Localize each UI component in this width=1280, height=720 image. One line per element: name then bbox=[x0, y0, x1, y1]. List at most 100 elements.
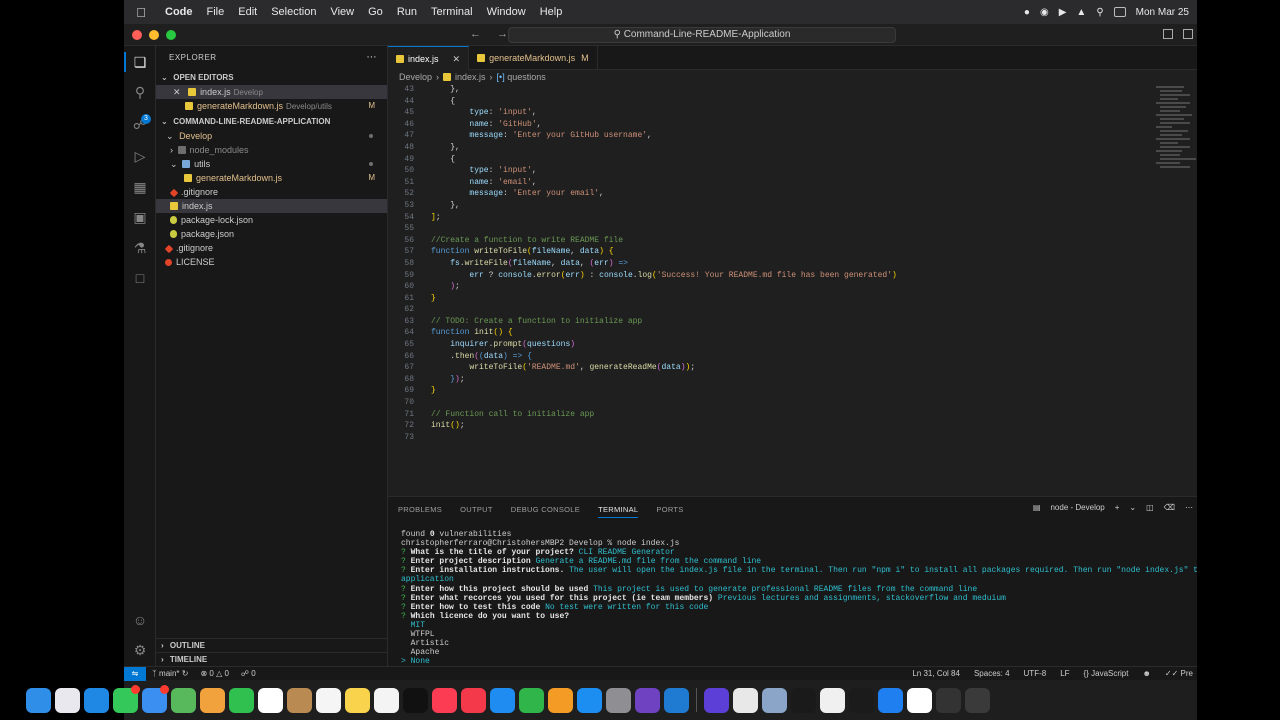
code-line[interactable]: 60 ); bbox=[388, 281, 1152, 293]
play-icon[interactable]: ▶ bbox=[1059, 7, 1067, 18]
manage-gear-icon[interactable]: ⚙ bbox=[132, 642, 148, 658]
dock-finder-icon[interactable] bbox=[26, 687, 51, 713]
chat-icon[interactable]: □ bbox=[132, 270, 148, 286]
close-window-button[interactable] bbox=[132, 30, 142, 40]
code-line[interactable]: 63 // TODO: Create a function to initiali… bbox=[388, 316, 1152, 328]
code-line[interactable]: 48 }, bbox=[388, 142, 1152, 154]
outline-section[interactable]: › OUTLINE bbox=[156, 638, 388, 652]
zoom-window-button[interactable] bbox=[166, 30, 176, 40]
split-terminal-icon[interactable]: ◫ bbox=[1146, 503, 1154, 512]
dock-github-desktop-icon[interactable] bbox=[635, 687, 660, 713]
dock-keynote-icon[interactable] bbox=[490, 687, 515, 713]
tree-file-index[interactable]: index.js bbox=[156, 199, 387, 213]
problems-indicator[interactable]: ⊗ 0 △ 0 bbox=[200, 667, 228, 680]
project-section[interactable]: ⌄ COMMAND-LINE-README-APPLICATION bbox=[156, 114, 387, 129]
apple-menu-icon[interactable]:  bbox=[124, 5, 158, 20]
menu-edit[interactable]: Edit bbox=[231, 6, 264, 18]
run-debug-icon[interactable]: ▷ bbox=[132, 148, 148, 164]
tree-file-gitignore-root[interactable]: .gitignore bbox=[156, 241, 387, 255]
encoding[interactable]: UTF-8 bbox=[1024, 667, 1047, 680]
dock-pages-icon[interactable] bbox=[548, 687, 573, 713]
tab-ports[interactable]: PORTS bbox=[656, 505, 683, 514]
tree-file-package-lock[interactable]: package-lock.json bbox=[156, 213, 387, 227]
timeline-section[interactable]: › TIMELINE bbox=[156, 652, 388, 666]
dock-mongodb-icon[interactable] bbox=[791, 687, 816, 713]
code-line[interactable]: 66 .then((data) => { bbox=[388, 351, 1152, 363]
dock-system-settings-icon[interactable] bbox=[606, 687, 631, 713]
menu-view[interactable]: View bbox=[323, 6, 361, 18]
dock-music-icon[interactable] bbox=[432, 687, 457, 713]
dock-facetime-icon[interactable] bbox=[229, 687, 254, 713]
toggle-sidebar-icon[interactable] bbox=[1163, 29, 1173, 39]
tree-file-license[interactable]: LICENSE bbox=[156, 255, 387, 269]
code-editor[interactable]: 43 }, 44 {45 type: 'input', 46 name: 'GitH… bbox=[388, 84, 1152, 496]
code-line[interactable]: 70 bbox=[388, 397, 1152, 409]
breadcrumb-item[interactable]: questions bbox=[507, 72, 546, 82]
tree-folder-utils[interactable]: ⌄ utils bbox=[156, 157, 387, 171]
more-actions-icon[interactable]: ⋯ bbox=[367, 46, 378, 70]
code-line[interactable]: 54]; bbox=[388, 212, 1152, 224]
code-line[interactable]: 50 type: 'input', bbox=[388, 165, 1152, 177]
terminal-instance-name[interactable]: node - Develop bbox=[1050, 503, 1104, 512]
dock-app-store-icon[interactable] bbox=[577, 687, 602, 713]
language-mode[interactable]: {} JavaScript bbox=[1084, 667, 1129, 680]
dock-launchpad-icon[interactable] bbox=[55, 687, 80, 713]
code-line[interactable]: 71 // Function call to initialize app bbox=[388, 409, 1152, 421]
menu-help[interactable]: Help bbox=[533, 6, 570, 18]
menubar-clock[interactable]: Mon Mar 25 bbox=[1136, 7, 1189, 18]
dock-reminders-icon[interactable] bbox=[316, 687, 341, 713]
code-line[interactable]: 57 function writeToFile(fileName, data) { bbox=[388, 246, 1152, 258]
tree-file-package[interactable]: package.json bbox=[156, 227, 387, 241]
more-actions-icon[interactable]: ⋯ bbox=[1185, 503, 1193, 512]
close-editor-icon[interactable]: ✕ bbox=[173, 87, 181, 97]
control-center-icon[interactable] bbox=[1113, 7, 1126, 17]
tab-terminal[interactable]: TERMINAL bbox=[598, 505, 639, 518]
tab-index-js[interactable]: index.js ✕ bbox=[388, 46, 470, 70]
tab-generate-markdown[interactable]: generateMarkdown.js M bbox=[469, 46, 598, 70]
explorer-icon[interactable]: ❏ bbox=[132, 54, 148, 70]
menu-window[interactable]: Window bbox=[480, 6, 533, 18]
menu-go[interactable]: Go bbox=[361, 6, 390, 18]
dock-photos-icon[interactable] bbox=[200, 687, 225, 713]
end-of-line[interactable]: LF bbox=[1060, 667, 1069, 680]
code-line[interactable]: 61} bbox=[388, 293, 1152, 305]
dock-mail-icon[interactable] bbox=[142, 684, 169, 713]
dock-calendar-icon[interactable] bbox=[258, 687, 283, 713]
tree-file-gitignore[interactable]: .gitignore bbox=[156, 185, 387, 199]
code-line[interactable]: 69} bbox=[388, 385, 1152, 397]
code-line[interactable]: 56 //Create a function to write README fi… bbox=[388, 235, 1152, 247]
code-line[interactable]: 72 init(); bbox=[388, 420, 1152, 432]
command-center-search[interactable]: ⚲ Command-Line-README-Application bbox=[508, 27, 896, 43]
menu-terminal[interactable]: Terminal bbox=[424, 6, 480, 18]
dock-chrome-icon[interactable] bbox=[733, 687, 758, 713]
microphone-icon[interactable]: ● bbox=[1024, 7, 1030, 18]
code-line[interactable]: 43 }, bbox=[388, 84, 1152, 96]
back-arrow-icon[interactable]: ← bbox=[470, 28, 481, 40]
code-line[interactable]: 53 }, bbox=[388, 200, 1152, 212]
code-line[interactable]: 46 name: 'GitHub', bbox=[388, 119, 1152, 131]
minimize-window-button[interactable] bbox=[149, 30, 159, 40]
code-line[interactable]: 55 bbox=[388, 223, 1152, 235]
code-line[interactable]: 73 bbox=[388, 432, 1152, 444]
code-line[interactable]: 58 fs.writeFile(fileName, data, (err) => bbox=[388, 258, 1152, 270]
code-line[interactable]: 62 bbox=[388, 304, 1152, 316]
ports-indicator[interactable]: ☍ 0 bbox=[241, 667, 256, 680]
kill-terminal-icon[interactable]: ⌫ bbox=[1164, 503, 1175, 512]
menu-run[interactable]: Run bbox=[390, 6, 424, 18]
tree-folder-node-modules[interactable]: › node_modules bbox=[156, 143, 387, 157]
code-line[interactable]: 67 writeToFile('README.md', generateRead… bbox=[388, 362, 1152, 374]
code-line[interactable]: 59 err ? console.error(err) : console.lo… bbox=[388, 270, 1152, 282]
close-tab-icon[interactable]: ✕ bbox=[453, 54, 461, 64]
dock-news-icon[interactable] bbox=[461, 687, 486, 713]
tree-file-generate-markdown[interactable]: generateMarkdown.js M bbox=[156, 171, 387, 185]
dock-tv-icon[interactable] bbox=[403, 687, 428, 713]
dock-bluetooth-icon[interactable] bbox=[878, 687, 903, 713]
open-editor-item[interactable]: ✕ index.js Develop bbox=[156, 85, 387, 99]
minimap[interactable] bbox=[1152, 84, 1197, 496]
open-editor-item[interactable]: generateMarkdown.js Develop/utils M bbox=[156, 99, 387, 113]
code-line[interactable]: 47 message: 'Enter your GitHub username'… bbox=[388, 130, 1152, 142]
code-line[interactable]: 49 { bbox=[388, 154, 1152, 166]
search-view-icon[interactable]: ⚲ bbox=[132, 84, 148, 100]
testing-icon[interactable]: ⚗ bbox=[132, 240, 148, 256]
code-line[interactable]: 45 type: 'input', bbox=[388, 107, 1152, 119]
